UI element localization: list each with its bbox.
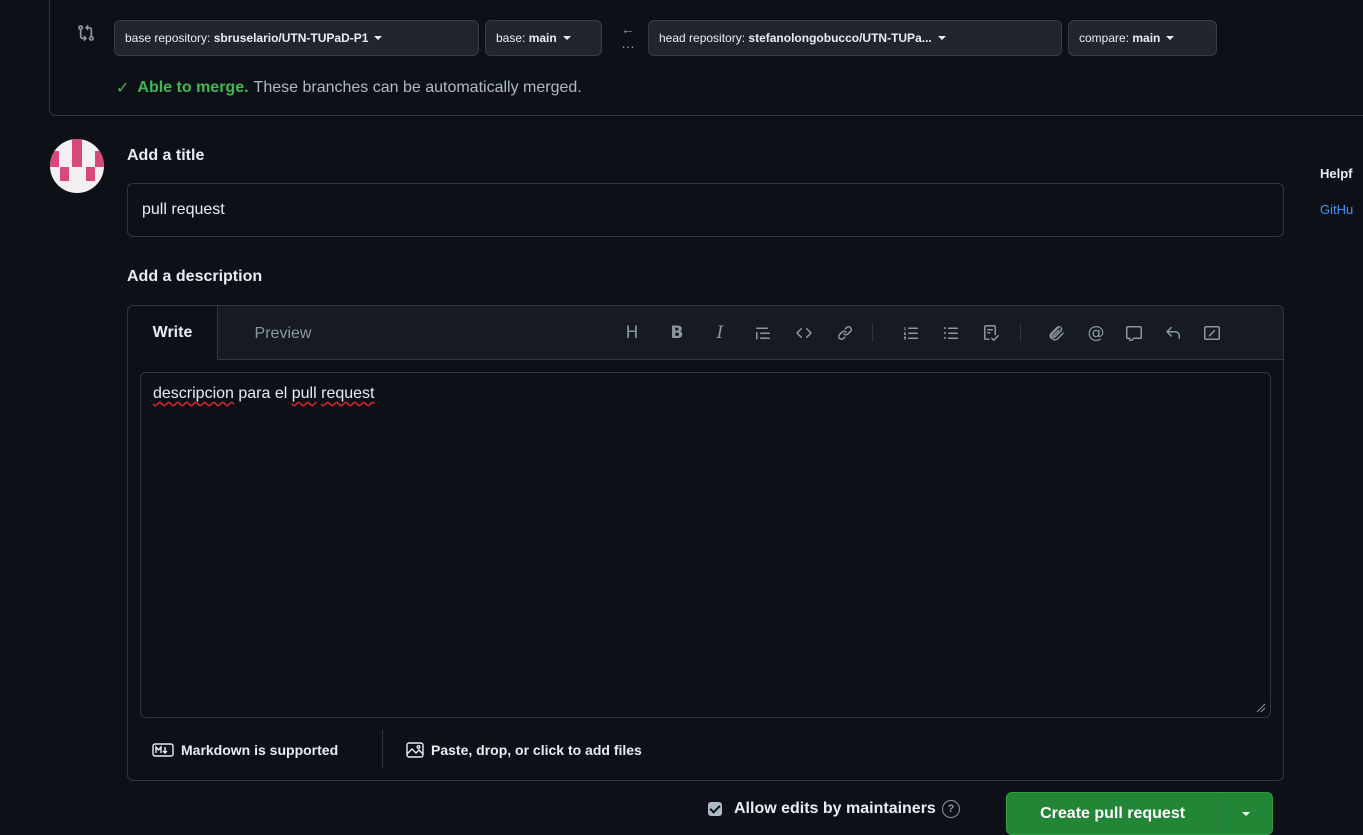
- avatar-pixel: [86, 167, 95, 181]
- toolbar-divider: [1020, 324, 1021, 342]
- numbered-list-icon[interactable]: [900, 322, 922, 344]
- chevron-down-icon: [374, 36, 383, 40]
- allow-edits-checkbox[interactable]: [708, 802, 722, 816]
- merge-status-ok: Able to merge.: [137, 79, 249, 96]
- undo-icon[interactable]: [1162, 322, 1184, 344]
- footer-divider: [382, 730, 383, 768]
- base-branch-select[interactable]: base: main: [485, 20, 602, 56]
- compare-panel: base repository: sbruselario/UTN-TUPaD-P…: [49, 0, 1363, 116]
- markdown-supported-link[interactable]: Markdown is supported: [152, 742, 338, 758]
- toolbar-divider: [872, 324, 873, 342]
- markdown-icon: [152, 743, 174, 757]
- description-editor: Write Preview H B I @ descripcion para e…: [127, 305, 1284, 781]
- avatar-pixel: [60, 167, 69, 181]
- base-branch-label: base:: [496, 31, 526, 45]
- chevron-down-icon: [937, 36, 946, 40]
- avatar[interactable]: [50, 139, 104, 193]
- attach-files-button[interactable]: Paste, drop, or click to add files: [406, 742, 642, 758]
- allow-edits-option[interactable]: Allow edits by maintainers ?: [708, 800, 960, 818]
- attach-icon[interactable]: [1046, 322, 1068, 344]
- head-repository-label: head repository:: [659, 31, 746, 45]
- avatar-pixel: [72, 139, 82, 167]
- markdown-supported-text: Markdown is supported: [181, 742, 339, 758]
- compare-branch-label: compare:: [1079, 31, 1130, 45]
- title-heading: Add a title: [127, 147, 205, 164]
- create-pull-request-label: Create pull request: [1040, 804, 1186, 822]
- italic-icon[interactable]: I: [709, 322, 731, 344]
- description-heading: Add a description: [127, 268, 263, 285]
- editor-footer: Markdown is supported Paste, drop, or cl…: [128, 724, 1283, 780]
- slash-commands-icon[interactable]: [1201, 322, 1223, 344]
- editor-toolbar: Write Preview H B I @: [128, 306, 1283, 361]
- check-icon: ✓: [116, 80, 130, 97]
- description-word: request: [321, 385, 375, 402]
- sidebar-title: Helpf: [1320, 166, 1353, 181]
- create-pull-request-button[interactable]: Create pull request: [1006, 792, 1273, 835]
- title-input[interactable]: [127, 183, 1284, 237]
- attach-files-text: Paste, drop, or click to add files: [431, 742, 642, 758]
- description-textarea[interactable]: descripcion para el pull request: [140, 372, 1271, 718]
- description-word: pull: [291, 385, 317, 402]
- merge-status: ✓ Able to merge. These branches can be a…: [116, 78, 582, 98]
- head-repository-value: stefanolongobucco/UTN-TUPa...: [748, 31, 932, 45]
- chevron-down-icon: [1241, 811, 1250, 816]
- chevron-down-icon: [1166, 36, 1175, 40]
- bold-icon[interactable]: B: [666, 322, 688, 344]
- image-icon: [406, 742, 424, 758]
- question-icon[interactable]: ?: [941, 800, 960, 818]
- base-repository-value: sbruselario/UTN-TUPaD-P1: [213, 31, 369, 45]
- compare-icon: [78, 24, 94, 42]
- merge-status-description: These branches can be automatically merg…: [253, 79, 582, 96]
- avatar-pixel: [50, 151, 59, 167]
- reference-icon[interactable]: [1123, 322, 1145, 344]
- link-icon[interactable]: [834, 322, 856, 344]
- chevron-down-icon: [562, 36, 571, 40]
- head-repository-select[interactable]: head repository: stefanolongobucco/UTN-T…: [648, 20, 1062, 56]
- task-list-icon[interactable]: [980, 322, 1002, 344]
- tab-preview[interactable]: Preview: [218, 306, 348, 361]
- compare-branch-value: main: [1132, 31, 1161, 45]
- description-text: para el: [233, 385, 292, 402]
- tab-write[interactable]: Write: [128, 306, 218, 361]
- resize-handle-icon[interactable]: [1256, 703, 1266, 713]
- quote-icon[interactable]: [752, 322, 774, 344]
- mention-icon[interactable]: @: [1085, 322, 1107, 344]
- arrow-left-icon: ←…: [621, 21, 635, 51]
- description-word: descripcion: [153, 385, 234, 402]
- code-icon[interactable]: [793, 322, 815, 344]
- base-repository-label: base repository:: [125, 31, 211, 45]
- compare-branch-select[interactable]: compare: main: [1068, 20, 1217, 56]
- base-branch-value: main: [528, 31, 557, 45]
- base-repository-select[interactable]: base repository: sbruselario/UTN-TUPaD-P…: [114, 20, 479, 56]
- create-options-dropdown[interactable]: [1218, 793, 1272, 834]
- allow-edits-label: Allow edits by maintainers: [734, 800, 936, 817]
- heading-icon[interactable]: H: [621, 322, 643, 344]
- sidebar-link[interactable]: GitHu: [1320, 202, 1363, 217]
- avatar-pixel: [95, 151, 104, 167]
- unordered-list-icon[interactable]: [940, 322, 962, 344]
